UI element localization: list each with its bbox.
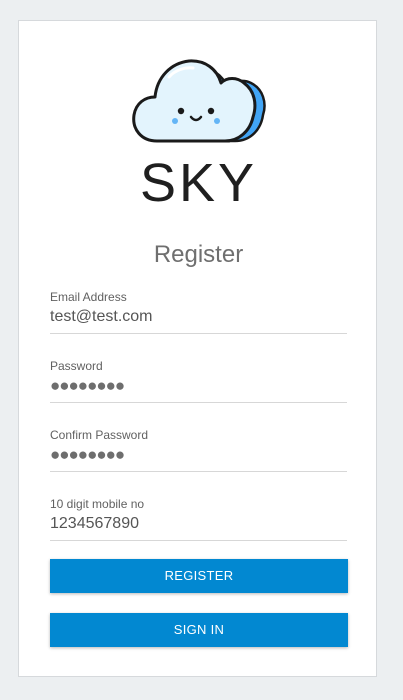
register-card: SKY Register Email Address test@test.com… [18, 20, 377, 677]
password-field-value[interactable]: ●●●●●●●● [50, 376, 125, 396]
confirm-password-field[interactable]: Confirm Password ●●●●●●●● [50, 428, 347, 472]
brand-logo-text: SKY [139, 153, 258, 213]
email-field-label: Email Address [50, 290, 127, 304]
confirm-password-field-value[interactable]: ●●●●●●●● [50, 445, 125, 465]
password-field[interactable]: Password ●●●●●●●● [50, 359, 347, 403]
mobile-number-field[interactable]: 10 digit mobile no 1234567890 [50, 497, 347, 541]
cloud-mascot-icon [129, 53, 269, 151]
password-field-label: Password [50, 359, 103, 373]
page-title: Register [153, 241, 244, 268]
email-field-value[interactable]: test@test.com [50, 307, 153, 327]
confirm-password-field-label: Confirm Password [50, 428, 149, 442]
mobile-number-field-value[interactable]: 1234567890 [50, 514, 139, 534]
email-field[interactable]: Email Address test@test.com [50, 290, 347, 334]
register-button[interactable]: REGISTER [50, 559, 348, 593]
sign-in-button[interactable]: SIGN IN [50, 613, 348, 647]
mobile-number-field-label: 10 digit mobile no [50, 497, 145, 511]
